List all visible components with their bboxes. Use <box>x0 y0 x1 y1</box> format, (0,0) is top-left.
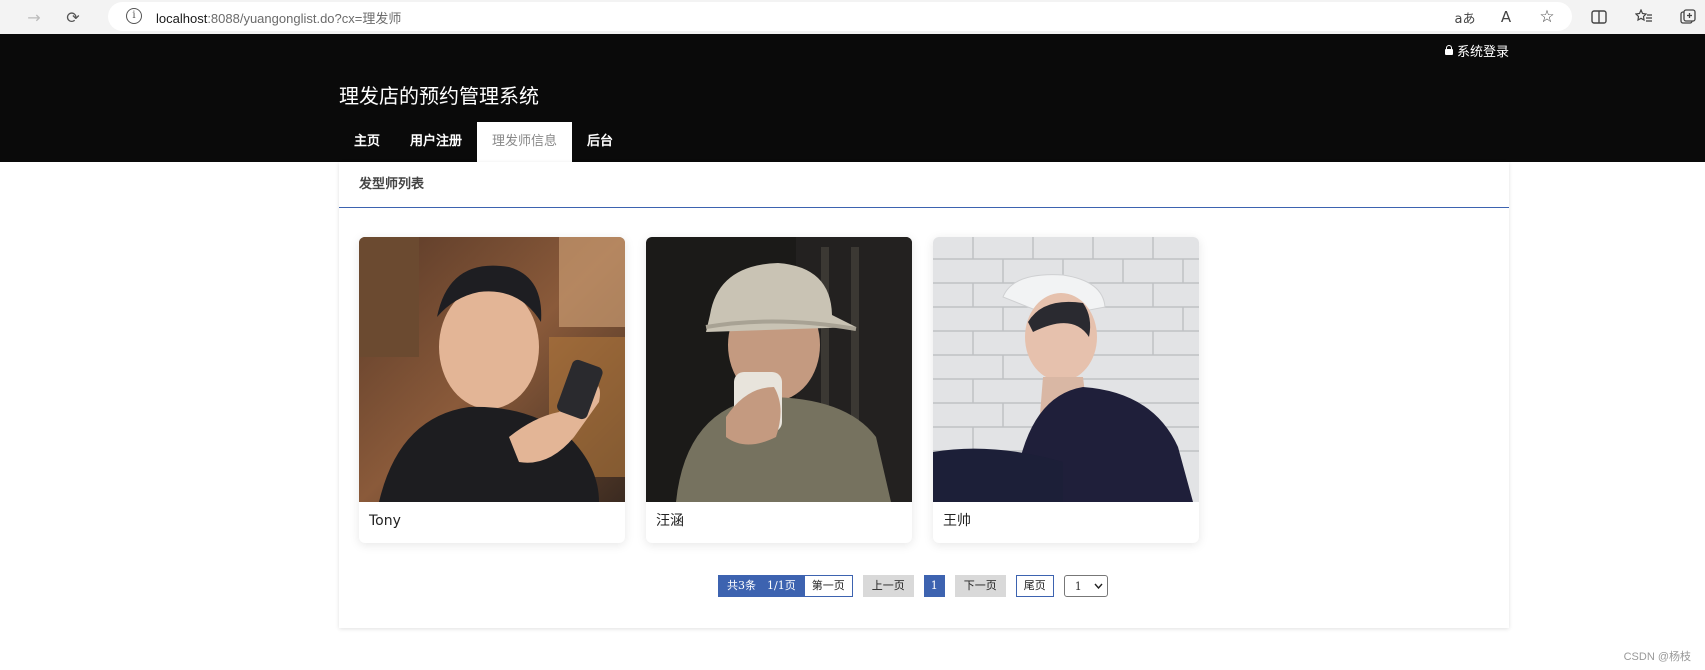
site-header: 系统登录 理发店的预约管理系统 主页 用户注册 理发师信息 后台 <box>0 34 1705 162</box>
barber-photo[interactable] <box>933 237 1199 502</box>
page-select-value: 1 <box>1074 579 1082 593</box>
next-page-button[interactable]: 下一页 <box>954 575 1006 597</box>
barber-card[interactable]: 汪涵 <box>646 237 912 543</box>
url-host: localhost <box>156 11 208 26</box>
page-select[interactable]: 1 <box>1063 575 1108 597</box>
barber-name: 汪涵 <box>656 513 684 529</box>
barber-photo[interactable] <box>359 237 625 502</box>
url-text: localhost:8088/yuangonglist.do?cx=理发师 <box>156 8 401 27</box>
barber-card[interactable]: 王帅 <box>933 237 1199 543</box>
page-count: 1/1页 <box>765 575 804 597</box>
current-page-button[interactable]: 1 <box>923 575 945 597</box>
nav-item-admin[interactable]: 后台 <box>572 122 628 162</box>
total-count: 共3条 <box>718 575 765 597</box>
pagination: 共3条 1/1页 第一页 上一页 1 下一页 尾页 1 <box>718 575 1108 597</box>
nav-item-barbers[interactable]: 理发师信息 <box>477 122 573 162</box>
browser-toolbar: → ⟳ i localhost:8088/yuangonglist.do?cx=… <box>0 0 1705 34</box>
favorites-list-icon[interactable] <box>1632 5 1656 29</box>
collections-icon[interactable] <box>1676 5 1700 29</box>
translate-icon[interactable]: aあ <box>1453 5 1477 29</box>
forward-icon[interactable]: → <box>22 5 46 29</box>
barber-list-panel: 发型师列表 Tony 汪涵 王帅 共3条 1/1页 第一页 上一页 1 下一页 … <box>339 162 1509 628</box>
favorite-star-icon[interactable]: ☆ <box>1535 5 1559 29</box>
barber-name: 王帅 <box>943 513 971 529</box>
main-nav: 主页 用户注册 理发师信息 后台 <box>339 122 628 162</box>
address-bar[interactable]: i localhost:8088/yuangonglist.do?cx=理发师 <box>108 2 1572 31</box>
reload-icon[interactable]: ⟳ <box>61 5 85 29</box>
chevron-down-icon <box>1094 583 1103 589</box>
site-title: 理发店的预约管理系统 <box>339 84 539 108</box>
last-page-button[interactable]: 尾页 <box>1015 575 1054 597</box>
read-aloud-icon[interactable]: A <box>1494 5 1518 29</box>
login-link[interactable]: 系统登录 <box>1444 41 1509 60</box>
url-path: :8088/yuangonglist.do?cx=理发师 <box>207 11 402 26</box>
site-info-icon[interactable]: i <box>126 8 142 24</box>
split-screen-icon[interactable] <box>1587 5 1611 29</box>
nav-item-home[interactable]: 主页 <box>339 122 395 162</box>
prev-page-button[interactable]: 上一页 <box>862 575 914 597</box>
barber-name: Tony <box>369 513 401 529</box>
barber-card[interactable]: Tony <box>359 237 625 543</box>
first-page-button[interactable]: 第一页 <box>803 575 853 597</box>
lock-icon <box>1444 45 1453 55</box>
barber-photo[interactable] <box>646 237 912 502</box>
nav-item-register[interactable]: 用户注册 <box>395 122 477 162</box>
watermark: CSDN @杨枝 <box>1623 651 1691 663</box>
panel-title: 发型师列表 <box>339 162 1509 208</box>
barber-cards: Tony 汪涵 王帅 <box>359 237 1199 543</box>
login-label: 系统登录 <box>1456 45 1509 60</box>
